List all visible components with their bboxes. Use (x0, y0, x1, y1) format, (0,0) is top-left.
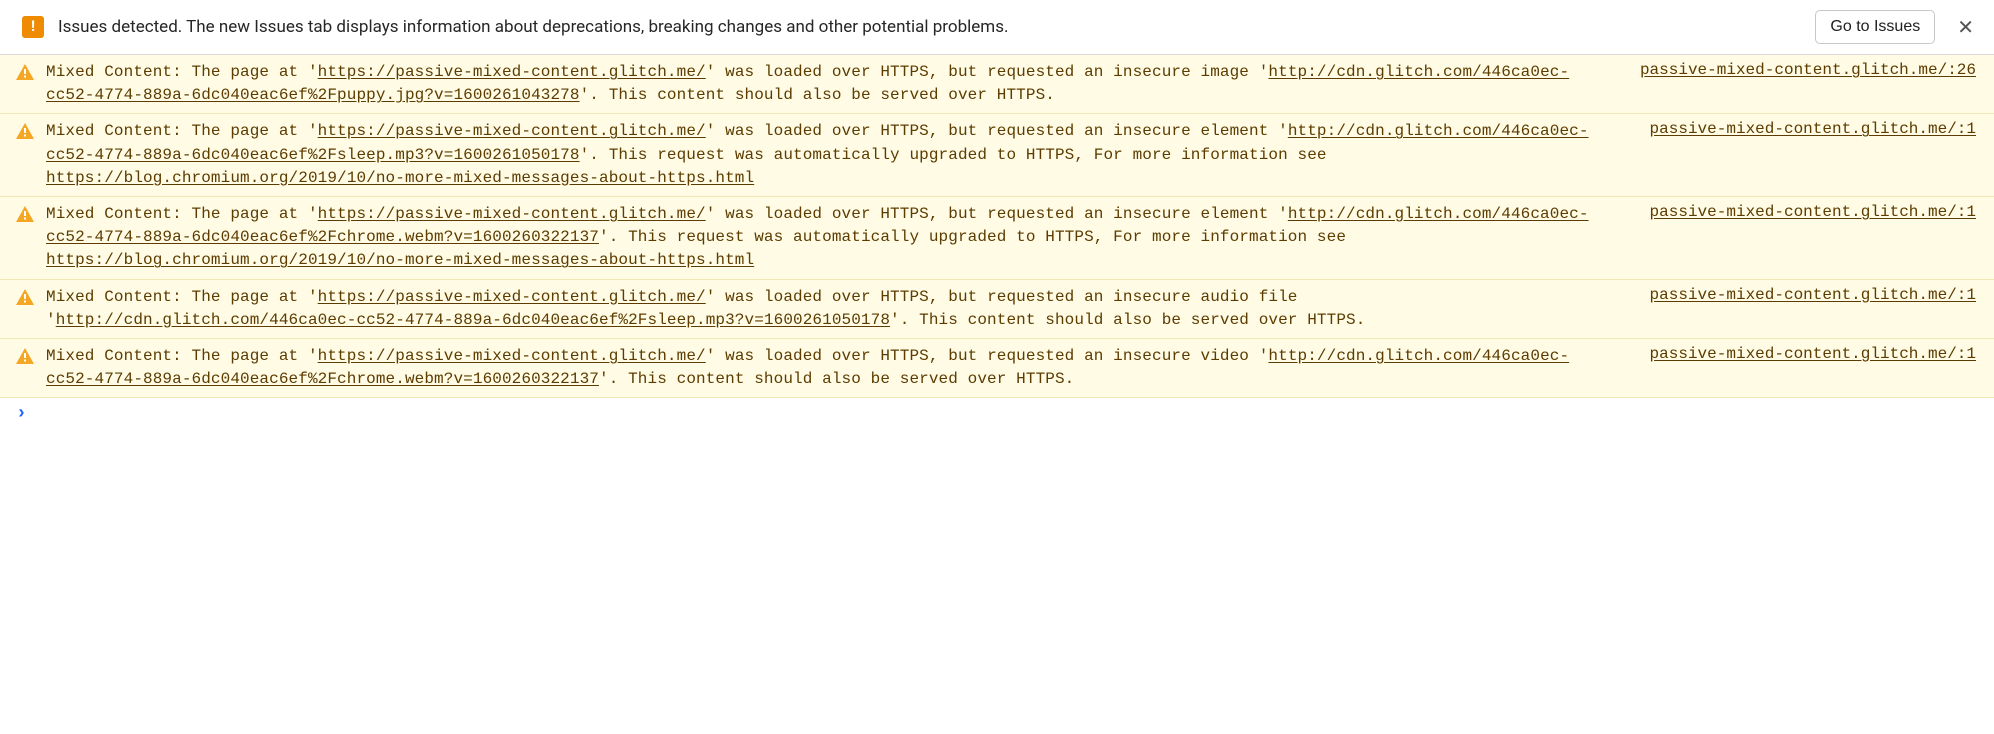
issues-banner-text: Issues detected. The new Issues tab disp… (58, 17, 1801, 37)
warning-text: ' was loaded over HTTPS, but requested a… (706, 347, 1269, 365)
warning-text: ' was loaded over HTTPS, but requested a… (706, 63, 1269, 81)
warning-link[interactable]: https://passive-mixed-content.glitch.me/ (318, 122, 706, 140)
warning-link[interactable]: https://passive-mixed-content.glitch.me/ (318, 347, 706, 365)
console-warning-row: Mixed Content: The page at 'https://pass… (0, 114, 1994, 197)
warning-text: ' was loaded over HTTPS, but requested a… (706, 122, 1288, 140)
warning-triangle-icon (16, 64, 34, 80)
warning-link[interactable]: https://passive-mixed-content.glitch.me/ (318, 63, 706, 81)
warning-text: '. This content should also be served ov… (580, 86, 1055, 104)
warning-source-link[interactable]: passive-mixed-content.glitch.me/:1 (1650, 203, 1976, 221)
warning-text: '. This request was automatically upgrad… (580, 146, 1327, 164)
issues-banner: ! Issues detected. The new Issues tab di… (0, 0, 1994, 55)
warning-triangle-icon (16, 289, 34, 305)
warning-text: Mixed Content: The page at ' (46, 205, 318, 223)
console-warning-row: Mixed Content: The page at 'https://pass… (0, 339, 1994, 398)
warning-text: '. This content should also be served ov… (599, 370, 1074, 388)
warning-link[interactable]: https://passive-mixed-content.glitch.me/ (318, 205, 706, 223)
warning-triangle-icon (16, 206, 34, 222)
warning-text: Mixed Content: The page at ' (46, 122, 318, 140)
warning-message: Mixed Content: The page at 'https://pass… (46, 345, 1608, 391)
warning-link[interactable]: http://cdn.glitch.com/446ca0ec-cc52-4774… (56, 311, 890, 329)
warning-message: Mixed Content: The page at 'https://pass… (46, 203, 1608, 273)
warning-text: '. This content should also be served ov… (890, 311, 1365, 329)
warning-triangle-icon (16, 123, 34, 139)
warning-source-link[interactable]: passive-mixed-content.glitch.me/:1 (1650, 120, 1976, 138)
warning-link[interactable]: https://blog.chromium.org/2019/10/no-mor… (46, 251, 754, 269)
warning-text: '. This request was automatically upgrad… (599, 228, 1346, 246)
warning-source-link[interactable]: passive-mixed-content.glitch.me/:1 (1650, 286, 1976, 304)
warning-source: passive-mixed-content.glitch.me/:1 (1650, 345, 1976, 363)
issues-icon: ! (22, 16, 44, 38)
chevron-right-icon: › (16, 404, 27, 424)
console-warnings: Mixed Content: The page at 'https://pass… (0, 55, 1994, 398)
warning-link[interactable]: https://passive-mixed-content.glitch.me/ (318, 288, 706, 306)
warning-source: passive-mixed-content.glitch.me/:1 (1650, 286, 1976, 304)
warning-source-link[interactable]: passive-mixed-content.glitch.me/:26 (1640, 61, 1976, 79)
warning-triangle-icon (16, 348, 34, 364)
go-to-issues-button[interactable]: Go to Issues (1815, 10, 1935, 44)
warning-link[interactable]: https://blog.chromium.org/2019/10/no-mor… (46, 169, 754, 187)
warning-text: ' was loaded over HTTPS, but requested a… (706, 205, 1288, 223)
console-warning-row: Mixed Content: The page at 'https://pass… (0, 55, 1994, 114)
warning-source: passive-mixed-content.glitch.me/:1 (1650, 120, 1976, 138)
console-prompt[interactable]: › (0, 398, 1994, 434)
warning-source-link[interactable]: passive-mixed-content.glitch.me/:1 (1650, 345, 1976, 363)
warning-message: Mixed Content: The page at 'https://pass… (46, 120, 1608, 190)
console-warning-row: Mixed Content: The page at 'https://pass… (0, 197, 1994, 280)
warning-message: Mixed Content: The page at 'https://pass… (46, 286, 1608, 332)
close-icon[interactable]: ✕ (1949, 17, 1978, 37)
warning-source: passive-mixed-content.glitch.me/:1 (1650, 203, 1976, 221)
warning-text: Mixed Content: The page at ' (46, 347, 318, 365)
warning-source: passive-mixed-content.glitch.me/:26 (1640, 61, 1976, 79)
warning-message: Mixed Content: The page at 'https://pass… (46, 61, 1598, 107)
warning-text: Mixed Content: The page at ' (46, 288, 318, 306)
warning-text: Mixed Content: The page at ' (46, 63, 318, 81)
console-warning-row: Mixed Content: The page at 'https://pass… (0, 280, 1994, 339)
